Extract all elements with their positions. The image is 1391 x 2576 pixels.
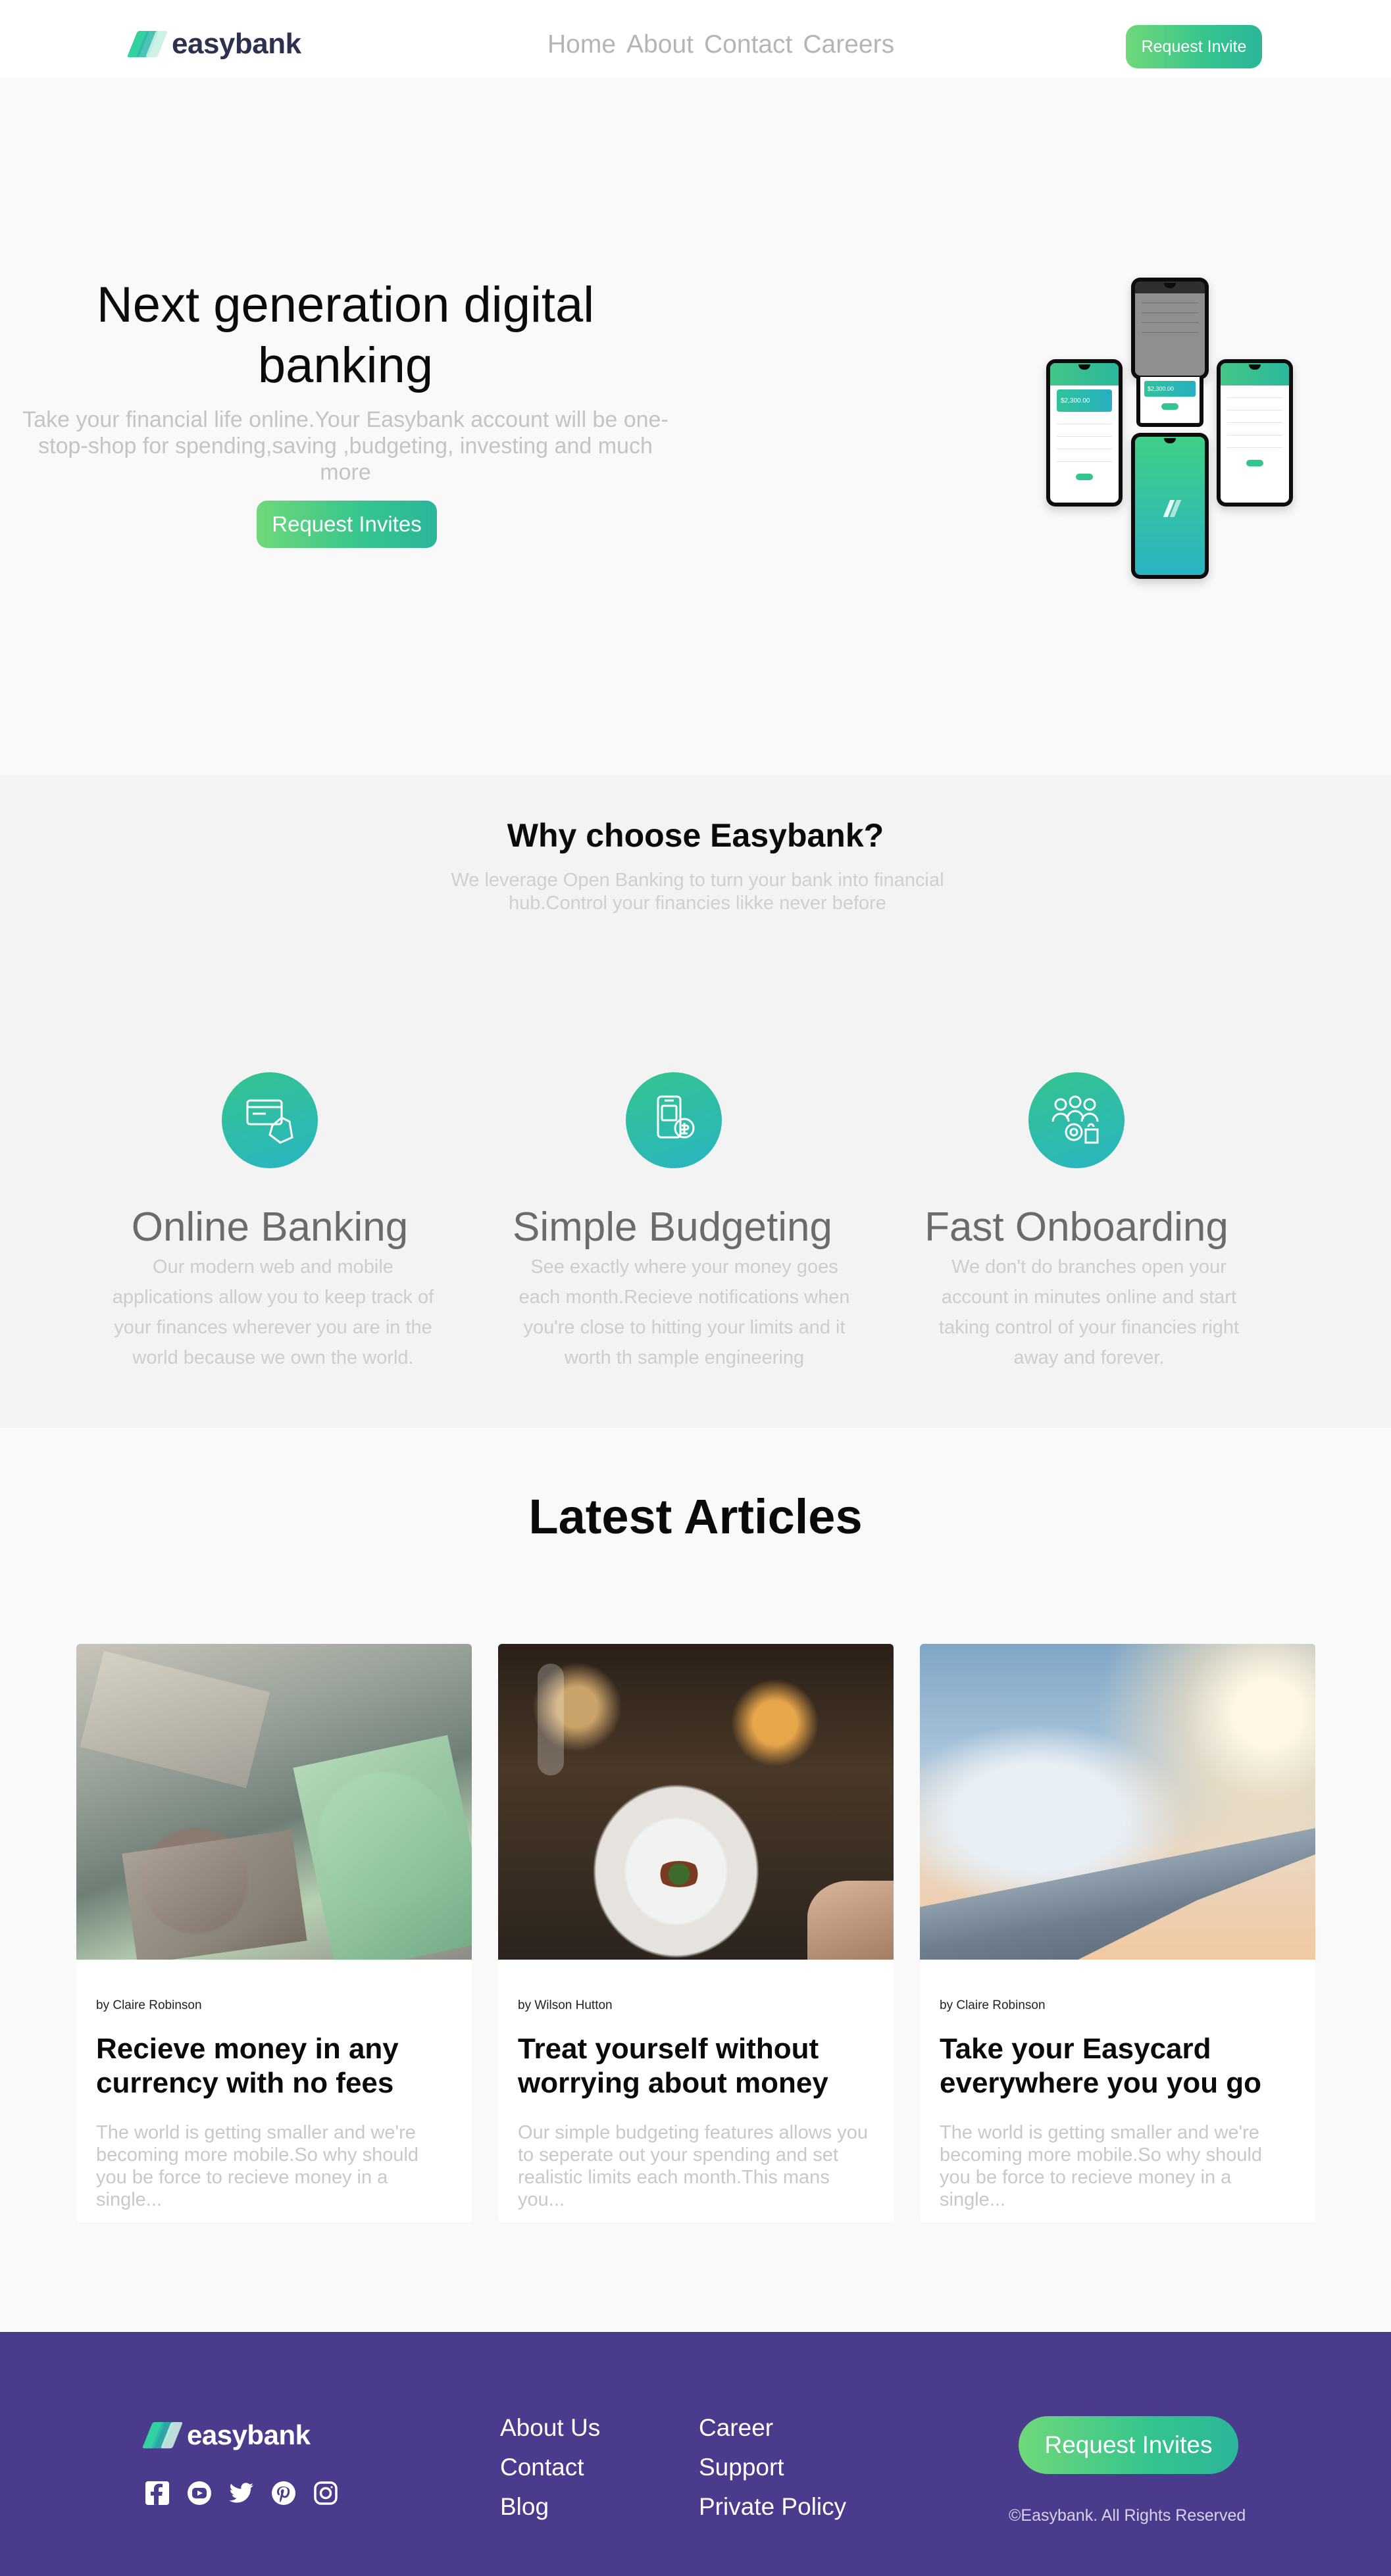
hero-title: Next generation digital banking (96, 277, 595, 393)
social-links (143, 2479, 340, 2507)
feature-title-fast-onboarding: Fast Onboarding (924, 1204, 1228, 1250)
phone-mockup-center (1131, 433, 1209, 579)
footer-request-invites-button[interactable]: Request Invites (1019, 2416, 1238, 2474)
facebook-icon[interactable] (143, 2479, 171, 2507)
main-nav: Home About Contact Careers (547, 30, 894, 59)
footer-links-col1: About Us Contact Blog (500, 2414, 600, 2521)
currency-banknotes-image (76, 1644, 472, 1960)
article-author: by Wilson Hutton (518, 1998, 613, 2012)
hero-section: Next generation digital banking Take you… (0, 78, 1391, 775)
phone-mockup-left: $2,300.00 (1046, 359, 1123, 507)
footer-link-career[interactable]: Career (699, 2414, 846, 2442)
hero-subtitle: Take your financial life online.Your Eas… (22, 407, 669, 485)
article-excerpt: Our simple budgeting features allows you… (518, 2122, 868, 2210)
article-title[interactable]: Treat yourself without worrying about mo… (518, 2032, 876, 2100)
nav-home[interactable]: Home (547, 30, 616, 59)
instagram-icon[interactable] (312, 2479, 340, 2507)
why-section: Why choose Easybank? We leverage Open Ba… (0, 775, 1391, 1428)
mockup-amount-left: $2,300.00 (1061, 397, 1090, 405)
request-invite-button[interactable]: Request Invite (1126, 25, 1262, 68)
pinterest-icon[interactable] (270, 2479, 297, 2507)
footer-logo[interactable]: easybank (141, 2419, 311, 2451)
why-subtitle: We leverage Open Banking to turn your ba… (451, 870, 944, 914)
copyright-text: ©Easybank. All Rights Reserved (1009, 2506, 1246, 2525)
phone-mockup-top-lower: $2,300.00 (1136, 377, 1203, 427)
card-payment-icon (222, 1072, 318, 1168)
article-title[interactable]: Take your Easycard everywhere you you go (940, 2032, 1298, 2100)
article-excerpt: The world is getting smaller and we're b… (940, 2122, 1263, 2210)
articles-section: Latest Articles by Claire Robinson Recie… (0, 1428, 1391, 2332)
feature-desc-online-banking: Our modern web and mobile applications a… (112, 1256, 434, 1368)
article-excerpt: The world is getting smaller and we're b… (96, 2122, 419, 2210)
article-title[interactable]: Recieve money in any currency with no fe… (96, 2032, 455, 2100)
feature-desc-fast-onboarding: We don't do branches open your account i… (938, 1256, 1240, 1368)
phone-mockup-right (1217, 359, 1293, 507)
article-author: by Claire Robinson (96, 1998, 202, 2012)
nav-careers[interactable]: Careers (803, 30, 894, 59)
airplane-wing-image (920, 1644, 1315, 1960)
footer-link-about-us[interactable]: About Us (500, 2414, 600, 2442)
mockup-amount-top: $2,300.00 (1148, 385, 1175, 392)
brand-logo[interactable]: easybank (126, 28, 301, 61)
hero-request-invites-button[interactable]: Request Invites (257, 501, 437, 548)
article-card[interactable]: by Claire Robinson Take your Easycard ev… (920, 1644, 1315, 2223)
phone-mockup-top (1131, 278, 1209, 380)
site-header: easybank Home About Contact Careers Requ… (0, 0, 1391, 78)
twitter-icon[interactable] (228, 2479, 255, 2507)
youtube-icon[interactable] (186, 2479, 213, 2507)
feature-desc-simple-budgeting: See exactly where your money goes each m… (518, 1256, 850, 1368)
mobile-budget-icon (626, 1072, 722, 1168)
footer-brand-name: easybank (187, 2419, 311, 2450)
article-author: by Claire Robinson (940, 1998, 1046, 2012)
article-card[interactable]: by Wilson Hutton Treat yourself without … (498, 1644, 894, 2223)
brand-name: easybank (172, 28, 301, 60)
team-onboarding-icon (1028, 1072, 1125, 1168)
footer-link-blog[interactable]: Blog (500, 2492, 600, 2521)
footer-link-contact[interactable]: Contact (500, 2453, 600, 2482)
articles-heading: Latest Articles (528, 1489, 863, 1544)
feature-title-online-banking: Online Banking (131, 1204, 409, 1250)
nav-about[interactable]: About (626, 30, 694, 59)
footer-link-private-policy[interactable]: Private Policy (699, 2492, 846, 2521)
article-card[interactable]: by Claire Robinson Recieve money in any … (76, 1644, 472, 2223)
restaurant-dinner-image (498, 1644, 894, 1960)
footer-link-support[interactable]: Support (699, 2453, 846, 2482)
nav-contact[interactable]: Contact (704, 30, 792, 59)
logo-mark-icon (126, 31, 168, 57)
site-footer: easybank About Us Contact Blog Career Su… (0, 2332, 1391, 2576)
why-title: Why choose Easybank? (507, 817, 884, 854)
feature-title-simple-budgeting: Simple Budgeting (513, 1204, 832, 1250)
footer-links-col2: Career Support Private Policy (699, 2414, 846, 2521)
logo-mark-icon (141, 2422, 184, 2448)
